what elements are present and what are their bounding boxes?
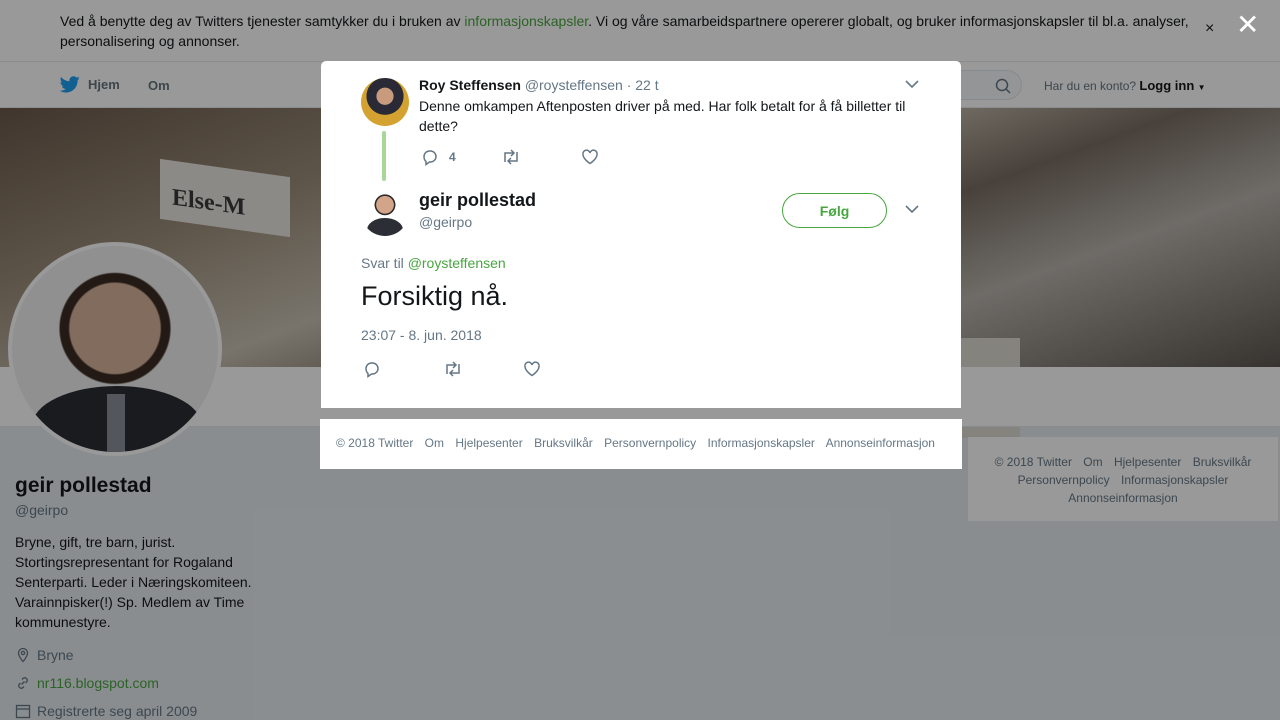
footer-link[interactable]: Personvernpolicy [604, 436, 696, 450]
footer-link[interactable]: Annonseinformasjon [826, 436, 935, 450]
parent-tweet-text: Denne omkampen Aftenposten driver på med… [419, 98, 906, 134]
chevron-down-icon[interactable] [905, 79, 919, 89]
footer-link[interactable]: Hjelpesenter [455, 436, 522, 450]
tweet-timestamp[interactable]: 23:07 - 8. jun. 2018 [361, 327, 482, 343]
chevron-down-icon[interactable] [905, 204, 919, 214]
parent-tweet-time[interactable]: · 22 t [627, 77, 659, 93]
reply-count: 4 [449, 150, 456, 164]
heart-icon [582, 149, 598, 165]
tweet-actions [363, 360, 541, 378]
retweet-button[interactable] [501, 149, 581, 165]
footer-link[interactable]: Bruksvilkår [534, 436, 593, 450]
follow-button[interactable]: Følg [782, 193, 887, 228]
retweet-icon [446, 361, 460, 377]
reply-button[interactable] [363, 360, 443, 378]
parent-tweet-actions: 4 [421, 148, 599, 166]
like-button[interactable] [581, 149, 599, 165]
reply-icon [365, 362, 379, 378]
parent-author-name[interactable]: Roy Steffensen [419, 77, 521, 93]
parent-author-handle[interactable]: @roysteffensen [525, 77, 623, 93]
tweet-modal: Roy Steffensen @roysteffensen · 22 t Den… [321, 61, 961, 408]
reply-button[interactable]: 4 [421, 148, 501, 166]
tweet-text: Forsiktig nå. [361, 281, 509, 311]
reply-icon [423, 150, 437, 166]
like-button[interactable] [523, 361, 541, 377]
author-handle[interactable]: @geirpo [419, 214, 472, 230]
avatar[interactable] [361, 188, 409, 236]
avatar[interactable] [361, 78, 409, 126]
heart-icon [524, 361, 540, 377]
thread-line [382, 131, 386, 181]
footer-copyright: © 2018 Twitter [336, 436, 414, 450]
retweet-button[interactable] [443, 361, 523, 377]
reply-to-link[interactable]: @roysteffensen [408, 255, 506, 271]
parent-tweet-header: Roy Steffensen @roysteffensen · 22 t [419, 77, 659, 93]
modal-footer: © 2018 Twitter Om Hjelpesenter Bruksvilk… [320, 419, 962, 469]
footer-link[interactable]: Om [425, 436, 444, 450]
close-icon[interactable]: ✕ [1236, 11, 1259, 39]
author-name[interactable]: geir pollestad [419, 190, 536, 211]
footer-link[interactable]: Informasjonskapsler [708, 436, 815, 450]
reply-context: Svar til @roysteffensen [361, 255, 506, 271]
retweet-icon [504, 149, 518, 165]
